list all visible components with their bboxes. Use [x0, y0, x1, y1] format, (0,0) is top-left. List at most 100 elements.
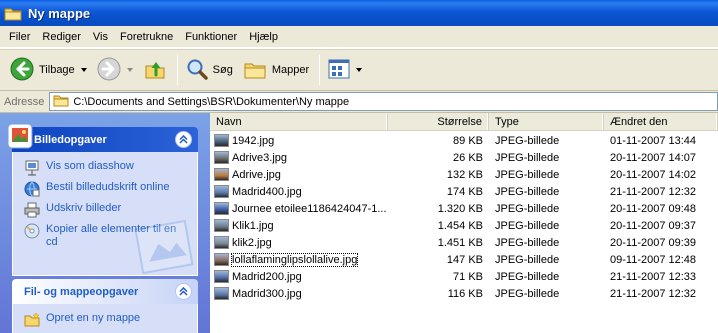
- column-date-label: Ændret den: [610, 115, 668, 128]
- menu-favorites[interactable]: Foretrukne: [114, 31, 179, 43]
- folders-button[interactable]: Mapper: [239, 53, 313, 87]
- file-modified-date: 20-11-2007 09:39: [610, 236, 697, 249]
- table-row[interactable]: Adrive3.jpg 26 KB JPEG-billede 20-11-2007 1…: [210, 149, 718, 166]
- column-header-type[interactable]: Type: [489, 113, 604, 130]
- address-bar: Adresse C:\Documents and Settings\BSR\Do…: [0, 91, 718, 113]
- file-name: Journee etoilee1186424047-1...: [232, 202, 387, 215]
- file-name-cell: Madrid300.jpg: [210, 285, 388, 302]
- menu-tools[interactable]: Funktioner: [179, 31, 243, 43]
- collapse-picture-tasks-button[interactable]: [175, 131, 192, 148]
- image-file-icon: [214, 151, 229, 164]
- search-icon: [186, 58, 208, 83]
- views-icon: [328, 59, 350, 82]
- address-input[interactable]: C:\Documents and Settings\BSR\Dokumenter…: [49, 92, 718, 111]
- file-name-cell: Madrid400.jpg: [210, 183, 388, 200]
- file-name-cell: Klik1.jpg: [210, 217, 388, 234]
- chevron-up-icon: [179, 287, 188, 296]
- folder-up-icon: [143, 57, 167, 84]
- image-file-icon: [214, 134, 229, 147]
- title-bar[interactable]: Ny mappe: [0, 0, 718, 26]
- file-size: 71 KB: [453, 270, 483, 283]
- file-type: JPEG-billede: [495, 219, 560, 232]
- file-list[interactable]: Navn Størrelse Type Ændret den 1942.jpg 8…: [210, 113, 718, 333]
- column-header-size[interactable]: Størrelse: [388, 113, 489, 130]
- file-name-cell: Adrive3.jpg: [210, 149, 388, 166]
- back-button[interactable]: Tilbage: [6, 53, 91, 87]
- column-header-name[interactable]: Navn: [210, 113, 388, 130]
- task-new-folder-label: Opret en ny mappe: [46, 312, 141, 324]
- toolbar-separator: [319, 55, 321, 85]
- image-file-icon: [214, 202, 229, 215]
- task-order-prints[interactable]: Bestil billedudskrift online: [24, 181, 189, 197]
- file-rows: 1942.jpg 89 KB JPEG-billede 01-11-2007 13:4…: [210, 132, 718, 302]
- column-type-label: Type: [495, 115, 519, 128]
- collapse-file-tasks-button[interactable]: [175, 283, 192, 300]
- file-size: 132 KB: [446, 168, 483, 181]
- back-dropdown-icon[interactable]: [80, 68, 87, 72]
- column-header-row: Navn Størrelse Type Ændret den: [210, 113, 718, 131]
- views-button[interactable]: [324, 53, 366, 87]
- task-new-folder[interactable]: Opret en ny mappe: [24, 312, 189, 328]
- menu-help[interactable]: Hjælp: [243, 31, 284, 43]
- file-name: Madrid400.jpg: [232, 185, 302, 198]
- menu-edit[interactable]: Rediger: [36, 31, 87, 43]
- folders-icon: [243, 58, 267, 83]
- file-type: JPEG-billede: [495, 236, 560, 249]
- up-button[interactable]: [139, 53, 171, 87]
- picture-tasks-panel: Billedopgaver Vis som diasshow Bestil bi…: [7, 123, 198, 276]
- file-type: JPEG-billede: [495, 253, 560, 266]
- file-size: 26 KB: [453, 151, 483, 164]
- table-row[interactable]: klik2.jpg 1.451 KB JPEG-billede 20-11-2007 …: [210, 234, 718, 251]
- column-name-label: Navn: [216, 115, 242, 128]
- file-name-cell: klik2.jpg: [210, 234, 388, 251]
- table-row[interactable]: 1942.jpg 89 KB JPEG-billede 01-11-2007 13:4…: [210, 132, 718, 149]
- table-row[interactable]: lollaflaminglipslollalive.jpg 147 KB JPEG-…: [210, 251, 718, 268]
- file-modified-date: 21-11-2007 12:33: [610, 270, 697, 283]
- chevron-up-icon: [179, 135, 188, 144]
- address-label: Adresse: [4, 95, 45, 108]
- file-tasks-title: Fil- og mappeopgaver: [24, 285, 139, 298]
- task-slideshow-label: Vis som diasshow: [46, 160, 134, 172]
- file-size: 116 KB: [447, 287, 483, 300]
- table-row[interactable]: Madrid400.jpg 174 KB JPEG-billede 21-11-200…: [210, 183, 718, 200]
- file-name: Adrive3.jpg: [232, 151, 288, 164]
- file-modified-date: 20-11-2007 14:02: [610, 168, 697, 181]
- search-label: Søg: [212, 64, 233, 76]
- image-file-icon: [214, 287, 229, 300]
- file-name-cell: Adrive.jpg: [210, 166, 388, 183]
- picture-watermark-icon: [133, 215, 197, 275]
- table-row[interactable]: Klik1.jpg 1.454 KB JPEG-billede 20-11-2007 …: [210, 217, 718, 234]
- file-type: JPEG-billede: [495, 134, 560, 147]
- file-name: lollaflaminglipslollalive.jpg: [230, 252, 359, 267]
- search-button[interactable]: Søg: [182, 53, 237, 87]
- picture-tasks-icon: [6, 122, 34, 153]
- table-row[interactable]: Madrid300.jpg 116 KB JPEG-billede 21-11-200…: [210, 285, 718, 302]
- table-row[interactable]: Journee etoilee1186424047-1... 1.320 KB JP…: [210, 200, 718, 217]
- image-file-icon: [214, 168, 229, 181]
- file-name: Adrive.jpg: [232, 168, 281, 181]
- file-size: 147 KB: [446, 253, 483, 266]
- column-header-date[interactable]: Ændret den: [604, 113, 718, 130]
- views-dropdown-icon[interactable]: [356, 68, 363, 72]
- forward-button[interactable]: [93, 53, 137, 87]
- toolbar-separator: [176, 55, 178, 85]
- table-row[interactable]: Madrid200.jpg 71 KB JPEG-billede 21-11-2007…: [210, 268, 718, 285]
- task-pane: Billedopgaver Vis som diasshow Bestil bi…: [0, 113, 210, 333]
- file-tasks-header[interactable]: Fil- og mappeopgaver: [12, 279, 198, 304]
- table-row[interactable]: Adrive.jpg 132 KB JPEG-billede 20-11-2007 1…: [210, 166, 718, 183]
- file-type: JPEG-billede: [495, 287, 560, 300]
- file-modified-date: 21-11-2007 12:32: [610, 185, 697, 198]
- copy-to-cd-icon: [24, 223, 40, 239]
- task-slideshow[interactable]: Vis som diasshow: [24, 160, 189, 176]
- image-file-icon: [214, 219, 229, 232]
- file-type: JPEG-billede: [495, 168, 560, 181]
- file-modified-date: 09-11-2007 12:48: [610, 253, 697, 266]
- menu-file[interactable]: Filer: [3, 31, 36, 43]
- back-arrow-icon: [10, 57, 34, 84]
- task-print-pictures-label: Udskriv billeder: [46, 202, 122, 214]
- picture-tasks-header[interactable]: Billedopgaver: [7, 123, 198, 152]
- file-size: 1.451 KB: [437, 236, 483, 249]
- file-tasks-body: Opret en ny mappe: [12, 304, 198, 333]
- menu-view[interactable]: Vis: [87, 31, 114, 43]
- forward-dropdown-icon[interactable]: [126, 68, 133, 72]
